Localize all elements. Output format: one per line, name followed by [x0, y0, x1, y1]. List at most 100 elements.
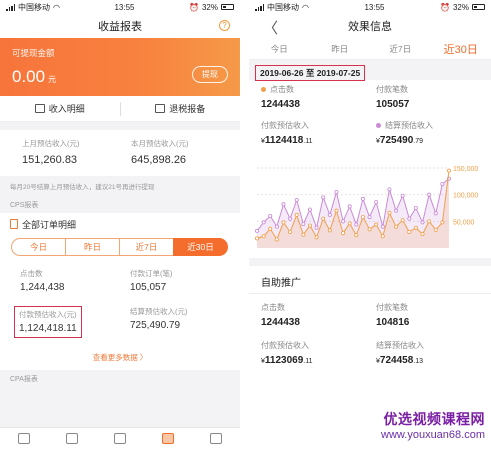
home-tab-icon[interactable] — [18, 433, 30, 444]
this-month-value: 645,898.26 — [131, 154, 187, 166]
data-point — [374, 200, 379, 205]
data-point — [307, 207, 312, 212]
data-point — [354, 233, 359, 238]
data-point — [440, 220, 445, 225]
tab-yesterday[interactable]: 昨日 — [65, 238, 120, 256]
all-orders-link[interactable]: 全部订单明细 — [0, 213, 240, 235]
paid-income-label: 付款预估收入 — [261, 341, 309, 350]
settle-income-label: 结算预估收入 — [376, 341, 424, 350]
data-point — [400, 193, 405, 198]
data-point — [427, 219, 432, 224]
help-icon[interactable]: ? — [219, 20, 230, 31]
data-point — [407, 216, 412, 221]
self-promo-stats: 点击数 1244438 付款笔数 104816 付款预估收入 ¥1123069.11 … — [249, 294, 491, 378]
data-point — [446, 168, 451, 173]
trend-chart-svg: 150,000 100,000 50,000 — [255, 166, 478, 248]
data-point — [301, 222, 306, 227]
page-title: 收益报表 — [98, 21, 142, 33]
tab-7days[interactable]: 近7日 — [119, 238, 174, 256]
data-point — [288, 216, 293, 221]
watermark: 优选视频课程网 www.youxuan68.com — [381, 409, 485, 441]
data-point — [255, 228, 260, 233]
this-month-label: 本月预估收入(元) — [131, 139, 189, 148]
alarm-icon: ⏰ — [189, 2, 199, 12]
data-point — [420, 220, 425, 225]
wifi-icon: ◠ — [53, 2, 60, 12]
data-point — [420, 232, 425, 237]
orders-label: 付款笔数 — [376, 85, 408, 94]
data-point — [321, 216, 326, 221]
tab-today[interactable]: 今日 — [11, 238, 66, 256]
featured-tab-icon[interactable] — [114, 433, 126, 444]
tab-30days[interactable]: 近30日 — [173, 238, 228, 256]
trend-chart: 150,000 100,000 50,000 — [249, 162, 491, 258]
data-point — [354, 222, 359, 227]
nav-bar: 〈 效果信息 — [249, 14, 491, 38]
signal-icon — [6, 3, 15, 11]
date-range: 2019-06-26 至 2019-07-25 — [255, 65, 366, 81]
data-point — [341, 231, 346, 236]
data-point — [294, 198, 299, 203]
left-screen: 中国移动 ◠ 13:55 ⏰ 32% 收益报表 ? 可提现金额 0.00 元 提现… — [0, 0, 240, 449]
data-point — [274, 224, 279, 229]
paid-orders-label: 付款订单(笔) — [130, 269, 173, 278]
y-tick-label: 150,000 — [453, 166, 478, 173]
data-point — [380, 234, 385, 239]
status-bar: 中国移动 ◠ 13:55 ⏰ 32% — [0, 0, 240, 14]
settlement-note: 每月20号结算上月预估收入，建议21号再进行提现 — [10, 184, 155, 191]
page-title: 效果信息 — [348, 21, 392, 33]
settle-income-label: 结算预估收入 — [376, 120, 491, 131]
withdraw-button[interactable]: 提现 — [192, 66, 228, 83]
clicks-label: 点击数 — [20, 269, 43, 278]
view-more-link[interactable]: 查看更多数据 〉 — [0, 346, 240, 370]
carrier-label: 中国移动 — [18, 2, 50, 12]
income-detail-button[interactable]: 收入明细 — [0, 102, 120, 115]
data-point — [427, 192, 432, 197]
data-point — [268, 214, 273, 219]
y-tick-label: 50,000 — [453, 219, 475, 226]
tax-report-button[interactable]: 退税报备 — [121, 102, 241, 115]
data-point — [413, 225, 418, 230]
data-point — [347, 221, 352, 226]
battery-icon — [221, 4, 234, 10]
tab-30days[interactable]: 近30日 — [431, 41, 491, 57]
data-point — [387, 210, 392, 215]
legend-dot — [376, 123, 381, 129]
tab-7days[interactable]: 近7日 — [370, 43, 431, 55]
withdraw-banner: 可提现金额 0.00 元 提现 — [0, 38, 240, 96]
data-point — [360, 215, 365, 220]
period-tabs: 今日 昨日 近7日 近30日 — [0, 235, 240, 262]
earnings-tab-icon[interactable] — [162, 433, 174, 444]
clicks-value: 1,244,438 — [20, 282, 65, 293]
data-point — [261, 234, 266, 239]
settle-income-value: ¥725490.79 — [376, 135, 424, 146]
cps-section-title: CPS报表 — [10, 202, 39, 209]
y-tick-label: 100,000 — [453, 193, 478, 200]
orders-value: 104816 — [376, 317, 410, 328]
share-tab-icon[interactable] — [66, 433, 78, 444]
self-promo-title: 自助推广 — [249, 266, 491, 294]
data-point — [347, 204, 352, 209]
mail-icon — [155, 104, 166, 113]
data-point — [413, 206, 418, 211]
last-month-label: 上月预估收入(元) — [22, 139, 80, 148]
data-point — [400, 218, 405, 223]
tab-yesterday[interactable]: 昨日 — [310, 43, 371, 55]
settle-income-label: 结算预估收入(元) — [130, 307, 188, 316]
data-point — [268, 226, 273, 231]
withdrawable-label: 可提现金额 — [12, 48, 55, 58]
alarm-icon: ⏰ — [440, 2, 450, 12]
back-arrow-icon[interactable]: 〈 — [263, 17, 278, 38]
cpa-section-title: CPA报表 — [10, 376, 38, 383]
period-tabs: 今日 昨日 近7日 近30日 — [249, 38, 491, 60]
data-point — [433, 211, 438, 216]
tab-today[interactable]: 今日 — [249, 43, 310, 55]
right-screen: 中国移动 ◠ 13:55 ⏰ 32% 〈 效果信息 今日 昨日 近7日 近30日… — [249, 0, 491, 449]
paid-income-label: 付款预估收入 — [261, 121, 309, 130]
data-point — [261, 220, 266, 225]
data-point — [327, 212, 332, 217]
profile-tab-icon[interactable] — [210, 433, 222, 444]
data-point — [274, 237, 279, 242]
battery-icon — [472, 4, 485, 10]
orders-label: 付款笔数 — [376, 303, 408, 312]
